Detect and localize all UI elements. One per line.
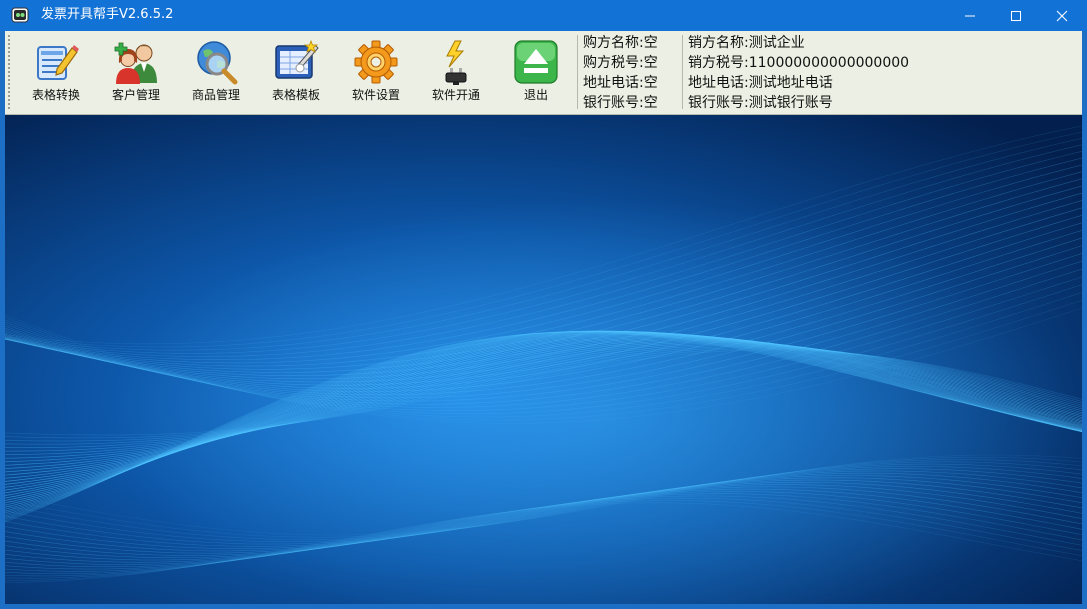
- buyer-name-label: 购方名称:: [583, 35, 644, 51]
- table-convert-button[interactable]: 表格转换: [19, 37, 93, 109]
- exit-label: 退出: [523, 88, 548, 102]
- window-title: 发票开具帮手V2.6.5.2: [41, 7, 174, 22]
- buyer-name-row: 购方名称:空: [583, 33, 658, 53]
- software-settings-label: 软件设置: [351, 88, 400, 102]
- product-management-label: 商品管理: [191, 88, 240, 102]
- seller-name-value: 测试企业: [748, 35, 805, 51]
- blue-wave-background: [5, 115, 1082, 604]
- close-icon: [1056, 10, 1068, 22]
- software-settings-button[interactable]: 软件设置: [339, 37, 413, 109]
- minimize-icon: [965, 15, 975, 17]
- main-content-area: [5, 115, 1082, 604]
- buyer-address-label: 地址电话:: [583, 75, 644, 91]
- seller-address-row: 地址电话:测试地址电话: [688, 73, 909, 93]
- seller-info-panel: 销方名称:测试企业 销方税号:110000000000000000 地址电话:测…: [688, 33, 909, 113]
- app-window: 发票开具帮手V2.6.5.2 表格转换 客户管理 商品管理 表格模板 软件设置 …: [0, 0, 1087, 609]
- seller-address-value: 测试地址电话: [748, 75, 833, 91]
- exit-button[interactable]: 退出: [499, 37, 573, 109]
- info-separator: [682, 35, 683, 109]
- software-activation-button[interactable]: 软件开通: [419, 37, 493, 109]
- buyer-bank-label: 银行账号:: [583, 95, 644, 111]
- seller-name-label: 销方名称:: [688, 35, 749, 51]
- buyer-bank-row: 银行账号:空: [583, 93, 658, 113]
- buyer-info-panel: 购方名称:空 购方税号:空 地址电话:空 银行账号:空: [583, 33, 658, 113]
- product-management-button[interactable]: 商品管理: [179, 37, 253, 109]
- customer-management-icon: [114, 42, 157, 84]
- buyer-address-value: 空: [643, 75, 658, 91]
- toolbar: 表格转换 客户管理 商品管理 表格模板 软件设置 软件开通 退出 购方名称:空 …: [5, 31, 1082, 115]
- seller-tax-value: 110000000000000000: [748, 55, 910, 71]
- seller-bank-label: 银行账号:: [688, 95, 749, 111]
- seller-tax-row: 销方税号:110000000000000000: [688, 53, 909, 73]
- seller-tax-label: 销方税号:: [688, 55, 749, 71]
- seller-address-label: 地址电话:: [688, 75, 749, 91]
- close-button[interactable]: [1039, 0, 1085, 31]
- table-template-button[interactable]: 表格模板: [259, 37, 333, 109]
- minimize-button[interactable]: [947, 0, 993, 31]
- seller-bank-row: 银行账号:测试银行账号: [688, 93, 909, 113]
- exit-eject-icon: [514, 40, 558, 84]
- buyer-tax-label: 购方税号:: [583, 55, 644, 71]
- toolbar-grip[interactable]: [8, 35, 10, 109]
- table-template-icon: [275, 39, 319, 79]
- maximize-button[interactable]: [993, 0, 1039, 31]
- maximize-icon: [1011, 11, 1021, 21]
- table-template-label: 表格模板: [271, 88, 320, 102]
- customer-management-button[interactable]: 客户管理: [99, 37, 173, 109]
- seller-bank-value: 测试银行账号: [748, 95, 833, 111]
- seller-name-row: 销方名称:测试企业: [688, 33, 909, 53]
- buyer-address-row: 地址电话:空: [583, 73, 658, 93]
- title-bar[interactable]: 发票开具帮手V2.6.5.2: [0, 0, 1087, 31]
- toolbar-separator: [577, 35, 578, 109]
- buyer-bank-value: 空: [643, 95, 658, 111]
- table-convert-label: 表格转换: [31, 88, 80, 102]
- buyer-tax-row: 购方税号:空: [583, 53, 658, 73]
- customer-management-label: 客户管理: [111, 88, 160, 102]
- buyer-name-value: 空: [643, 35, 658, 51]
- app-logo-icon: [11, 7, 29, 23]
- buyer-tax-value: 空: [643, 55, 658, 71]
- power-plug-icon: [445, 40, 467, 85]
- table-convert-icon: [37, 45, 79, 80]
- product-search-icon: [197, 41, 238, 85]
- software-activation-label: 软件开通: [431, 88, 480, 102]
- gear-settings-icon: [354, 40, 398, 84]
